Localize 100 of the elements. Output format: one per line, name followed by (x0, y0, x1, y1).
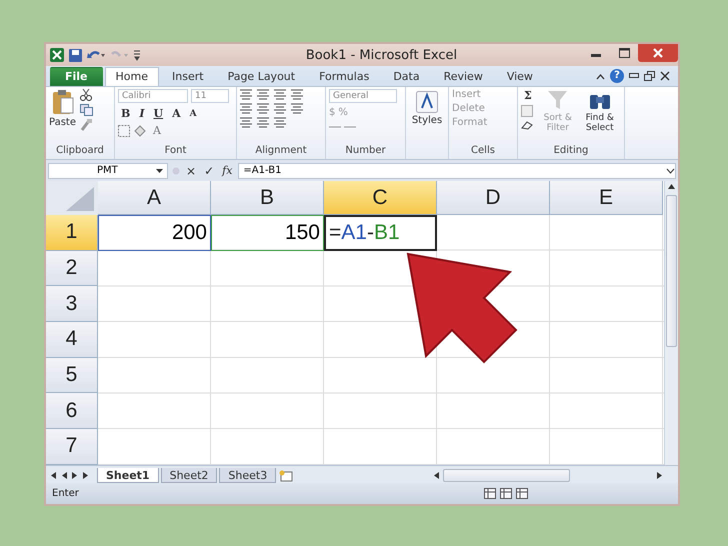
column-header[interactable]: D (437, 181, 550, 215)
group-label: Cells (470, 145, 496, 158)
page-layout-view-icon[interactable] (500, 488, 512, 499)
enter-button[interactable]: ✓ (202, 164, 216, 178)
underline-button[interactable]: U (150, 107, 166, 120)
undo-icon[interactable] (87, 49, 105, 61)
save-icon[interactable] (69, 48, 82, 62)
cancel-button[interactable]: × (184, 164, 198, 178)
expand-icon (666, 168, 675, 174)
styles-button[interactable]: Styles (412, 91, 442, 145)
ribbon-tab[interactable]: Home (104, 67, 159, 86)
column-header[interactable]: E (550, 181, 663, 215)
row-header[interactable]: 3 (46, 286, 98, 322)
sheet-tab[interactable]: Sheet2 (160, 468, 218, 483)
row-header[interactable]: 7 (46, 429, 98, 465)
formula-field[interactable]: =A1-B1 (238, 162, 676, 178)
excel-logo-icon[interactable] (50, 48, 64, 62)
clipboard-icon (52, 89, 74, 115)
orientation-icon[interactable] (274, 117, 286, 128)
paste-button[interactable]: Paste (49, 89, 76, 145)
center-icon[interactable] (257, 103, 269, 114)
cell[interactable]: 150 (211, 215, 324, 251)
ribbon-tab[interactable]: Insert (161, 67, 215, 86)
ribbon-tab[interactable]: Data (382, 67, 431, 86)
sheet-tab[interactable]: Sheet3 (219, 468, 276, 483)
shrink-font-button[interactable]: A (186, 108, 200, 118)
formula-text: =A1-B1 (243, 165, 282, 176)
scroll-up-icon[interactable] (668, 184, 675, 189)
restore-icon[interactable] (644, 71, 655, 81)
borders-icon[interactable] (118, 124, 130, 136)
previous-sheet-icon[interactable] (61, 472, 67, 478)
name-box-value: PMT (97, 165, 118, 176)
align-top-icon[interactable] (240, 89, 252, 100)
sheet-tab[interactable]: Sheet1 (97, 468, 159, 483)
ribbon-tab[interactable]: Page Layout (216, 67, 306, 86)
customize-toolbar-icon[interactable] (133, 49, 141, 61)
find-select-button[interactable]: Find & Select (580, 89, 619, 145)
row-header[interactable]: 4 (46, 322, 98, 358)
ribbon-tab[interactable]: Formulas (308, 67, 380, 86)
sort-filter-icon (546, 89, 569, 111)
brush-icon[interactable] (80, 119, 92, 131)
close-button[interactable] (638, 44, 678, 62)
help-button[interactable]: ? (610, 69, 624, 83)
align-right-icon[interactable] (274, 103, 286, 114)
page-break-view-icon[interactable] (516, 488, 528, 499)
italic-button[interactable]: I (136, 107, 148, 120)
wrap-text-icon[interactable] (291, 89, 303, 100)
align-bottom-icon[interactable] (274, 89, 286, 100)
close-icon (653, 48, 663, 58)
autosum-button[interactable]: Σ (521, 89, 535, 102)
scroll-thumb[interactable] (666, 195, 677, 347)
group-label: Clipboard (55, 145, 105, 158)
window-title: Book1 - Microsoft Excel (304, 48, 458, 62)
cell[interactable]: =A1-B1 (324, 215, 437, 251)
ribbon-tab[interactable]: View (496, 67, 544, 86)
eraser-icon[interactable] (521, 120, 533, 130)
fill-color-icon[interactable] (133, 124, 147, 136)
group-label: Number (344, 145, 387, 158)
name-box[interactable]: PMT (48, 162, 168, 178)
minimize-window-icon[interactable] (629, 73, 639, 79)
styles-icon (416, 91, 438, 113)
align-middle-icon[interactable] (257, 89, 269, 100)
cell[interactable]: 200 (98, 215, 211, 251)
scroll-right-icon[interactable] (657, 472, 662, 478)
column-header[interactable]: B (211, 181, 324, 215)
row-header[interactable]: 2 (46, 250, 98, 286)
row-header[interactable]: 1 (46, 215, 98, 251)
new-sheet-icon[interactable] (278, 469, 294, 483)
column-header[interactable]: A (98, 181, 211, 215)
scroll-left-icon[interactable] (434, 472, 439, 478)
status-mode: Enter (52, 488, 79, 499)
first-sheet-icon[interactable] (50, 472, 56, 478)
last-sheet-icon[interactable] (83, 472, 89, 478)
font-name-dropdown[interactable]: Calibri (118, 89, 188, 103)
increase-indent-icon[interactable] (257, 117, 269, 128)
decrease-indent-icon[interactable] (240, 117, 252, 128)
next-sheet-icon[interactable] (72, 472, 78, 478)
close-workbook-icon[interactable] (660, 71, 670, 81)
insert-function-button[interactable]: fx (220, 164, 234, 177)
dropdown-icon (156, 168, 163, 172)
copy-icon[interactable] (80, 104, 94, 116)
file-tab[interactable]: File (50, 67, 103, 86)
font-color-button[interactable]: A (150, 124, 164, 137)
ribbon-tab[interactable]: Review (432, 67, 494, 86)
collapse-ribbon-icon[interactable] (596, 72, 605, 80)
row-header[interactable]: 6 (46, 393, 98, 430)
row-header[interactable]: 5 (46, 358, 98, 394)
bold-button[interactable]: B (118, 107, 134, 120)
column-header[interactable]: C (324, 181, 437, 215)
horizontal-scroll-thumb[interactable] (443, 468, 570, 482)
grow-font-button[interactable]: A (169, 107, 184, 120)
maximize-icon (618, 48, 630, 58)
cut-icon[interactable] (80, 89, 92, 101)
normal-view-icon[interactable] (484, 488, 496, 499)
number-format-dropdown[interactable]: General (329, 89, 397, 103)
group-label: Editing (552, 145, 590, 158)
merge-icon[interactable] (291, 103, 303, 114)
align-left-icon[interactable] (240, 103, 252, 114)
group-label: Font (164, 145, 188, 158)
font-size-dropdown[interactable]: 11 (191, 89, 229, 103)
